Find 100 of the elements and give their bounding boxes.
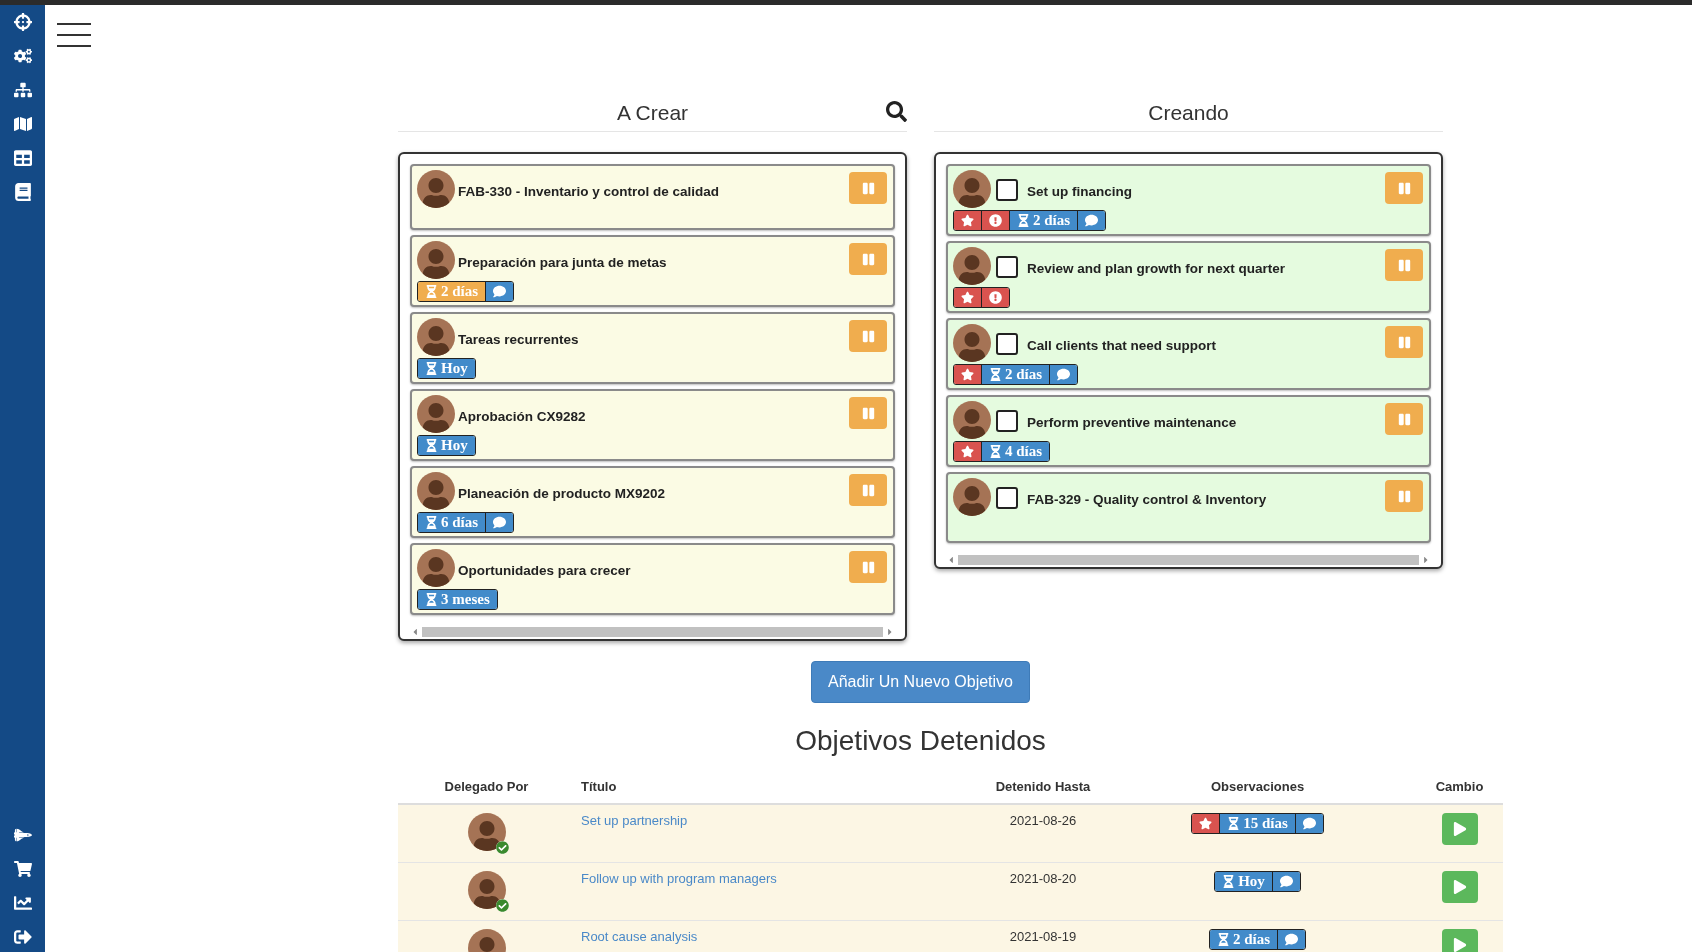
pause-button[interactable] (1385, 172, 1423, 204)
pause-button[interactable] (1385, 249, 1423, 281)
person-silhouette-icon (421, 557, 451, 587)
pause-icon (861, 181, 875, 195)
pause-button[interactable] (849, 320, 887, 352)
pause-button[interactable] (849, 551, 887, 583)
play-button[interactable] (1441, 929, 1478, 952)
person-silhouette-icon (957, 486, 987, 516)
person-silhouette-icon (957, 178, 987, 208)
hourglass-icon (1017, 214, 1030, 227)
checkbox[interactable] (996, 179, 1018, 201)
person-silhouette-icon (421, 403, 451, 433)
time-text: 2 días (1033, 212, 1071, 229)
time-text: 2 días (441, 283, 479, 300)
time-text: Hoy (1238, 873, 1265, 890)
pause-button[interactable] (849, 474, 887, 506)
star-icon (961, 368, 974, 381)
hierarchy-icon[interactable] (13, 81, 32, 99)
checkbox[interactable] (996, 256, 1018, 278)
search-icon[interactable] (886, 101, 907, 122)
pause-button[interactable] (1385, 403, 1423, 435)
pause-button[interactable] (1385, 326, 1423, 358)
task-card[interactable]: Aprobación CX9282 Hoy (410, 389, 895, 461)
person-silhouette-icon (471, 821, 502, 851)
person-silhouette-icon (957, 255, 987, 285)
cart-icon[interactable] (13, 860, 32, 878)
pause-icon (861, 252, 875, 266)
scrollbar-thumb[interactable] (422, 627, 883, 637)
time-text: 2 días (1005, 366, 1043, 383)
task-card[interactable]: Oportunidades para crecer 3 meses (410, 543, 895, 615)
person-silhouette-icon (957, 332, 987, 362)
person-silhouette-icon (421, 480, 451, 510)
column-title: A Crear (616, 101, 689, 125)
checkbox[interactable] (996, 487, 1018, 509)
comment-icon (1085, 214, 1099, 227)
checkbox[interactable] (996, 410, 1018, 432)
task-card[interactable]: FAB-329 - Quality control & Inventory (946, 472, 1431, 543)
pause-icon (1397, 181, 1411, 195)
date-text: 2021-08-26 (1009, 813, 1077, 828)
star-icon (1199, 817, 1213, 830)
task-card[interactable]: Tareas recurrentes Hoy (410, 312, 895, 384)
hourglass-icon (1227, 817, 1241, 830)
section-title: Objetivos Detenidos (794, 725, 1047, 757)
checkbox[interactable] (996, 333, 1018, 355)
shuttle-icon[interactable] (13, 826, 32, 844)
pause-button[interactable] (849, 172, 887, 204)
time-text: 2 días (1232, 931, 1271, 948)
task-title: Review and plan growth for next quarter (1027, 260, 1287, 276)
hourglass-icon (425, 593, 438, 606)
task-card[interactable]: Review and plan growth for next quarter (946, 241, 1431, 313)
comment-icon (1285, 933, 1299, 946)
task-title: Aprobación CX9282 (458, 408, 587, 424)
objective-link[interactable]: Root cause analysis (581, 929, 698, 944)
scrollbar-thumb[interactable] (958, 555, 1419, 565)
hourglass-icon (425, 285, 438, 298)
play-icon (1452, 938, 1467, 952)
pause-button[interactable] (1385, 480, 1423, 512)
star-icon (961, 445, 974, 458)
task-title: FAB-329 - Quality control & Inventory (1027, 491, 1268, 507)
pause-button[interactable] (849, 397, 887, 429)
task-title: Set up financing (1027, 183, 1133, 199)
time-text: Hoy (441, 360, 468, 377)
time-text: 15 días (1243, 815, 1288, 832)
time-text: 4 días (1005, 443, 1043, 460)
star-icon (961, 214, 974, 227)
pause-icon (1397, 489, 1411, 503)
book-icon[interactable] (13, 183, 32, 201)
date-text: 2021-08-19 (1009, 929, 1077, 944)
play-icon (1452, 822, 1467, 836)
logout-icon[interactable] (13, 928, 32, 946)
task-card[interactable]: Call clients that need support 2 días (946, 318, 1431, 390)
play-button[interactable] (1441, 813, 1478, 845)
objective-link[interactable]: Set up partnership (581, 813, 688, 828)
hourglass-icon (989, 445, 1002, 458)
person-silhouette-icon (421, 249, 451, 279)
table-icon[interactable] (13, 149, 32, 167)
pause-button[interactable] (849, 243, 887, 275)
target-icon[interactable] (13, 13, 32, 31)
map-icon[interactable] (13, 115, 32, 133)
pause-icon (861, 406, 875, 420)
task-card[interactable]: Set up financing 2 días (946, 164, 1431, 236)
task-card[interactable]: Preparación para junta de metas 2 días (410, 235, 895, 307)
task-title: Tareas recurrentes (458, 331, 580, 347)
settings-icon[interactable] (13, 47, 32, 65)
task-card[interactable]: Perform preventive maintenance 4 días (946, 395, 1431, 467)
task-card[interactable]: Planeación de producto MX9202 6 días (410, 466, 895, 538)
menu-icon[interactable] (57, 23, 91, 47)
chart-icon[interactable] (13, 894, 32, 912)
person-silhouette-icon (421, 178, 451, 208)
person-silhouette-icon (421, 326, 451, 356)
task-card[interactable]: FAB-330 - Inventario y control de calidad (410, 164, 895, 230)
hourglass-icon (425, 362, 438, 375)
time-text: 3 meses (441, 591, 490, 608)
objective-link[interactable]: Follow up with program managers (581, 871, 777, 886)
play-button[interactable] (1441, 871, 1478, 903)
task-title: Preparación para junta de metas (458, 254, 668, 270)
pause-icon (861, 329, 875, 343)
person-silhouette-icon (957, 409, 987, 439)
add-objective-button[interactable]: Añadir Un Nuevo Objetivo (811, 661, 1030, 703)
comment-icon (1279, 875, 1293, 888)
